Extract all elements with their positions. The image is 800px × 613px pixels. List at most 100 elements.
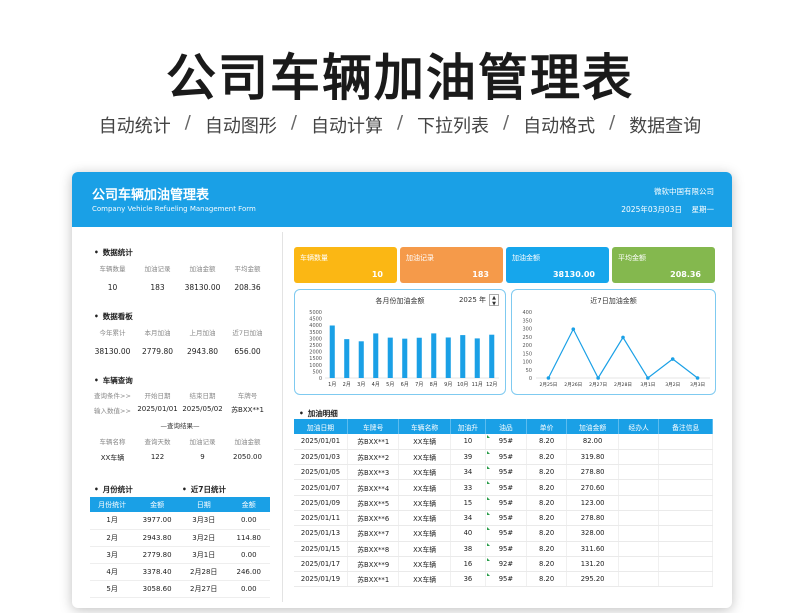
- detail-cell[interactable]: XX车辆: [398, 541, 451, 557]
- detail-cell[interactable]: 苏BXX**2: [347, 449, 400, 466]
- detail-cell[interactable]: 8.20: [526, 541, 568, 557]
- detail-cell[interactable]: [658, 571, 713, 588]
- detail-cell[interactable]: [658, 525, 713, 542]
- detail-cell[interactable]: 40: [450, 525, 487, 542]
- detail-cell[interactable]: XX车辆: [398, 571, 451, 588]
- detail-cell[interactable]: 311.60: [566, 541, 619, 557]
- detail-cell[interactable]: [618, 495, 660, 511]
- detail-cell[interactable]: [618, 449, 660, 466]
- detail-cell[interactable]: 34: [450, 464, 487, 481]
- detail-cell[interactable]: XX车辆: [398, 510, 451, 527]
- detail-cell[interactable]: 8.20: [526, 464, 568, 481]
- detail-cell[interactable]: 8.20: [526, 434, 568, 450]
- detail-cell[interactable]: XX车辆: [398, 479, 451, 496]
- detail-cell[interactable]: 苏BXX**6: [347, 510, 400, 527]
- detail-cell[interactable]: 2025/01/15: [294, 541, 349, 557]
- detail-cell[interactable]: 苏BXX**1: [347, 571, 400, 588]
- detail-cell[interactable]: 2025/01/07: [294, 479, 349, 496]
- detail-cell[interactable]: 8.20: [526, 495, 568, 511]
- detail-cell[interactable]: 95#: [485, 434, 527, 450]
- detail-cell[interactable]: 38: [450, 541, 487, 557]
- detail-cell[interactable]: 2025/01/05: [294, 464, 349, 481]
- detail-cell[interactable]: 92#: [485, 556, 527, 573]
- detail-cell[interactable]: 278.80: [566, 464, 619, 481]
- detail-cell[interactable]: 2025/01/03: [294, 449, 349, 466]
- detail-cell[interactable]: 95#: [485, 525, 527, 542]
- detail-cell[interactable]: [618, 479, 660, 496]
- detail-cell[interactable]: 苏BXX**9: [347, 556, 400, 573]
- detail-cell[interactable]: 苏BXX**7: [347, 525, 400, 542]
- detail-table: 加油日期 车牌号 车辆名称 加油升 油品 单价 加油金额 经办人 备注信息 2025/01/01…: [294, 419, 713, 588]
- detail-cell[interactable]: [618, 510, 660, 527]
- detail-cell[interactable]: 319.80: [566, 449, 619, 466]
- detail-cell[interactable]: 2025/01/19: [294, 571, 349, 588]
- detail-cell[interactable]: 苏BXX**3: [347, 464, 400, 481]
- detail-cell[interactable]: 2025/01/09: [294, 495, 349, 511]
- detail-cell[interactable]: 39: [450, 449, 487, 466]
- detail-cell[interactable]: 33: [450, 479, 487, 496]
- detail-cell[interactable]: [618, 571, 660, 588]
- detail-cell[interactable]: 苏BXX**4: [347, 479, 400, 496]
- detail-cell[interactable]: 95#: [485, 479, 527, 496]
- detail-cell[interactable]: [618, 556, 660, 573]
- detail-cell[interactable]: 123.00: [566, 495, 619, 511]
- detail-cell[interactable]: [618, 541, 660, 557]
- detail-cell[interactable]: 2025/01/13: [294, 525, 349, 542]
- detail-cell[interactable]: 10: [450, 434, 487, 450]
- detail-cell[interactable]: 95#: [485, 449, 527, 466]
- detail-cell[interactable]: 278.80: [566, 510, 619, 527]
- table-row: 2025/01/15 苏BXX**8 XX车辆 38 95# 8.20 311.60: [294, 541, 713, 557]
- detail-cell[interactable]: [658, 479, 713, 496]
- detail-cell[interactable]: 8.20: [526, 449, 568, 466]
- stat-header: 加油金额: [189, 265, 216, 273]
- detail-cell[interactable]: 295.20: [566, 571, 619, 588]
- detail-cell[interactable]: 82.00: [566, 434, 619, 450]
- detail-cell[interactable]: 95#: [485, 510, 527, 527]
- detail-cell[interactable]: [658, 510, 713, 527]
- detail-cell[interactable]: 270.60: [566, 479, 619, 496]
- detail-cell[interactable]: 2025/01/01: [294, 434, 349, 450]
- detail-cell[interactable]: XX车辆: [398, 464, 451, 481]
- detail-cell[interactable]: XX车辆: [398, 434, 451, 450]
- table-row: 2025/01/03 苏BXX**2 XX车辆 39 95# 8.20 319.80: [294, 449, 713, 466]
- detail-cell[interactable]: 2025/01/17: [294, 556, 349, 573]
- current-date: 2025年03月03日: [621, 205, 682, 214]
- detail-cell[interactable]: [658, 495, 713, 511]
- detail-cell[interactable]: 15: [450, 495, 487, 511]
- detail-cell[interactable]: 苏BXX**5: [347, 495, 400, 511]
- detail-cell[interactable]: 95#: [485, 571, 527, 588]
- detail-cell[interactable]: 34: [450, 510, 487, 527]
- detail-cell[interactable]: 2025/01/11: [294, 510, 349, 527]
- detail-cell[interactable]: 328.00: [566, 525, 619, 542]
- detail-cell[interactable]: 131.20: [566, 556, 619, 573]
- x-tick-label: 2月26日: [564, 382, 582, 388]
- plate-input[interactable]: 苏BXX**1: [225, 405, 270, 415]
- bar: [416, 337, 422, 378]
- detail-cell[interactable]: 苏BXX**1: [347, 434, 400, 450]
- detail-cell[interactable]: 95#: [485, 495, 527, 511]
- detail-cell[interactable]: 95#: [485, 464, 527, 481]
- detail-cell[interactable]: [658, 449, 713, 466]
- detail-cell[interactable]: 苏BXX**8: [347, 541, 400, 557]
- detail-cell[interactable]: 8.20: [526, 571, 568, 588]
- detail-cell[interactable]: [658, 541, 713, 557]
- detail-cell[interactable]: XX车辆: [398, 495, 451, 511]
- detail-cell[interactable]: [618, 525, 660, 542]
- detail-cell[interactable]: 16: [450, 556, 487, 573]
- detail-cell[interactable]: 8.20: [526, 479, 568, 496]
- detail-cell[interactable]: XX车辆: [398, 556, 451, 573]
- detail-cell[interactable]: 8.20: [526, 556, 568, 573]
- end-date-input[interactable]: 2025/05/02: [180, 405, 225, 415]
- detail-cell[interactable]: XX车辆: [398, 449, 451, 466]
- detail-cell[interactable]: 36: [450, 571, 487, 588]
- detail-cell[interactable]: 95#: [485, 541, 527, 557]
- detail-cell[interactable]: 8.20: [526, 510, 568, 527]
- detail-cell[interactable]: 8.20: [526, 525, 568, 542]
- detail-cell[interactable]: [618, 434, 660, 450]
- start-date-input[interactable]: 2025/01/01: [135, 405, 180, 415]
- detail-cell[interactable]: [618, 464, 660, 481]
- detail-cell[interactable]: [658, 434, 713, 450]
- detail-cell[interactable]: [658, 556, 713, 573]
- detail-cell[interactable]: XX车辆: [398, 525, 451, 542]
- detail-cell[interactable]: [658, 464, 713, 481]
